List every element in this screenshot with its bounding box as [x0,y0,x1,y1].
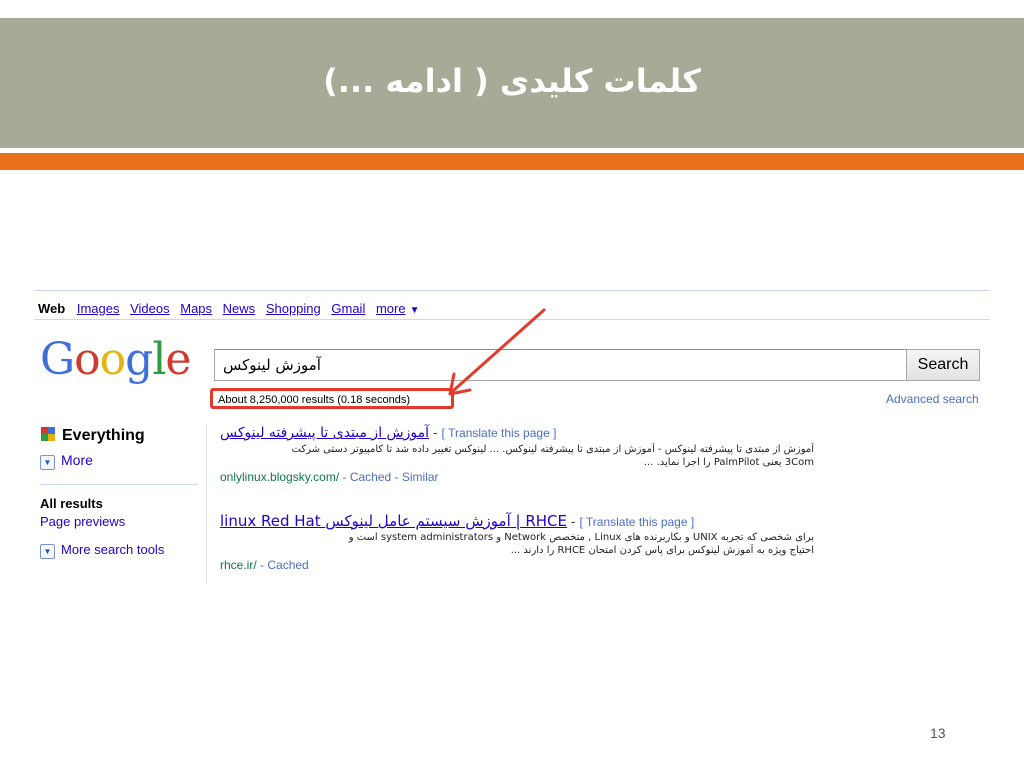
everything-icon [41,427,55,441]
result-separator: - [429,424,442,440]
snippet-line: احتیاج ویژه به آموزش لینوکس برای پاس کرد… [510,545,814,556]
nav-maps[interactable]: Maps [180,301,212,316]
translate-link[interactable]: [ Translate this page ] [441,426,556,440]
search-result: آموزش از مبتدی تا پیشرفته لینوکس - [ Tra… [220,424,980,484]
google-logo[interactable]: Google [40,334,191,385]
advanced-search-link[interactable]: Advanced search [886,392,979,406]
result-separator: - [567,513,580,529]
translate-link[interactable]: [ Translate this page ] [579,515,694,529]
annotation-arrow-icon [448,308,546,396]
sidebar-everything[interactable]: Everything [40,426,145,445]
sidebar-more-search-tools[interactable]: ▼ More search tools [40,542,164,559]
search-result: linux Red Hat آموزش سیستم عامل لینوکس | … [220,512,980,572]
logo-letter: e [165,334,191,385]
dropdown-arrow-icon: ▼ [40,455,55,470]
logo-letter: o [74,334,100,385]
results-count: About 8,250,000 results (0.18 seconds) [210,388,454,409]
logo-letter: g [125,334,153,385]
sidebar-all-results[interactable]: All results [40,496,103,511]
nav-videos[interactable]: Videos [130,301,170,316]
column-divider [206,424,207,584]
more-search-tools-label: More search tools [61,542,165,557]
logo-letter: l [152,334,166,385]
sidebar-divider [40,484,198,485]
nav-more[interactable]: more [376,301,406,316]
search-button[interactable]: Search [906,349,980,381]
result-url-row: rhce.ir/ - Cached [220,558,980,572]
result-url-row: onlylinux.blogsky.com/ - Cached - Simila… [220,470,980,484]
nav-images[interactable]: Images [77,301,120,316]
accent-bar [0,153,1024,170]
result-url: onlylinux.blogsky.com/ [220,470,340,484]
nav-news[interactable]: News [223,301,256,316]
result-snippet: برای شخصی که تجربه UNIX و بکاربرنده های … [220,531,814,557]
nav-web[interactable]: Web [38,301,65,316]
dropdown-arrow-icon: ▼ [40,544,55,559]
result-title-link[interactable]: آموزش از مبتدی تا پیشرفته لینوکس [220,425,429,441]
snippet-line: آموزش از مبتدی تا پیشرفته لینوکس - آموزش… [291,444,815,455]
slide-title: کلمات کلیدی ( ادامه ...) [323,62,701,100]
sidebar-more-label: More [61,452,93,468]
sidebar-page-previews[interactable]: Page previews [40,514,125,529]
result-snippet: آموزش از مبتدی تا پیشرفته لینوکس - آموزش… [220,443,815,469]
cached-links[interactable]: - Cached [257,558,309,572]
result-title-row: linux Red Hat آموزش سیستم عامل لینوکس | … [220,512,980,531]
result-title-row: آموزش از مبتدی تا پیشرفته لینوکس - [ Tra… [220,424,980,443]
logo-letter: o [99,334,126,385]
snippet-line: برای شخصی که تجربه UNIX و بکاربرنده های … [348,532,814,543]
sidebar-everything-label: Everything [62,427,145,444]
sidebar-more[interactable]: ▼ More [40,452,93,470]
result-title-link[interactable]: linux Red Hat آموزش سیستم عامل لینوکس | … [220,512,567,530]
cached-similar-links[interactable]: - Cached - Similar [339,470,439,484]
result-url: rhce.ir/ [220,558,257,572]
nav-gmail[interactable]: Gmail [331,301,365,316]
snippet-line: 3Com یعنی PalmPilot را اجرا نماید. ... [643,457,814,468]
nav-shopping[interactable]: Shopping [266,301,321,316]
logo-letter: G [40,334,75,385]
page-number: 13 [930,725,946,741]
chevron-down-icon[interactable]: ▼ [410,305,420,316]
search-input[interactable] [214,349,907,381]
